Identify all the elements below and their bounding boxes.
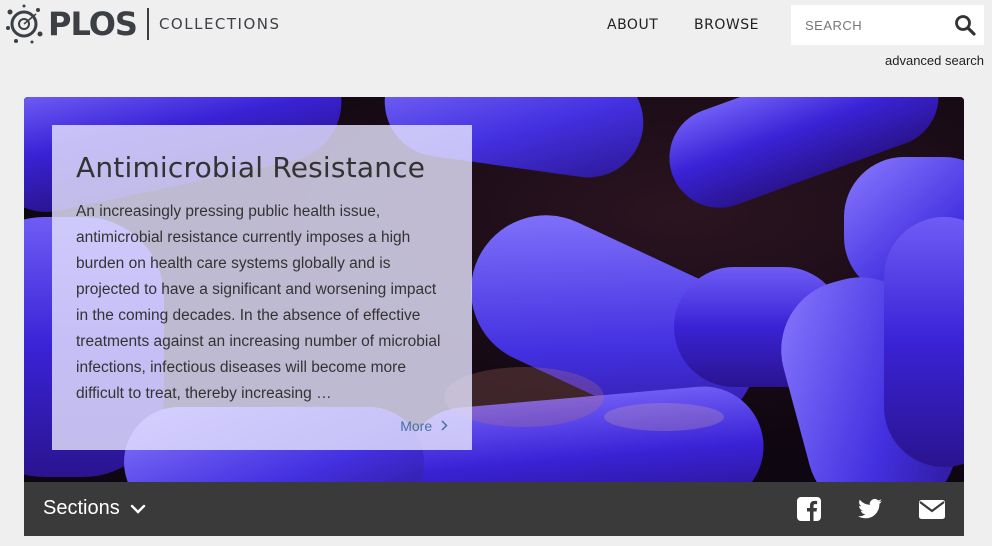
site-header: PLOS COLLECTIONS ABOUT BROWSE advanced s…	[0, 0, 992, 90]
sections-bar: Sections	[24, 482, 964, 536]
chevron-right-icon	[441, 420, 448, 431]
plos-logo-icon	[6, 4, 43, 44]
more-link[interactable]: More	[400, 418, 448, 434]
collection-card: Antimicrobial Resistance An increasingly…	[52, 125, 472, 450]
collection-description: An increasingly pressing public health i…	[76, 203, 441, 402]
sections-dropdown-button[interactable]: Sections	[43, 497, 146, 520]
search-box	[791, 5, 984, 45]
logo-text: PLOS	[48, 5, 138, 43]
sections-label: Sections	[43, 497, 120, 519]
more-label: More	[400, 418, 433, 434]
search-icon[interactable]	[954, 14, 976, 36]
logo-divider	[146, 8, 149, 40]
logo-subtitle: COLLECTIONS	[158, 15, 281, 33]
chevron-down-icon	[130, 504, 145, 514]
plos-logo[interactable]: PLOS COLLECTIONS	[4, 4, 281, 44]
nav-about-link[interactable]: ABOUT	[607, 17, 658, 33]
search-input[interactable]	[791, 5, 951, 45]
advanced-search-link[interactable]: advanced search	[885, 53, 984, 68]
nav-browse-link[interactable]: BROWSE	[694, 17, 759, 33]
collection-title: Antimicrobial Resistance	[76, 151, 426, 184]
mail-icon[interactable]	[918, 496, 946, 522]
facebook-icon[interactable]	[796, 496, 822, 522]
twitter-icon[interactable]	[857, 496, 883, 522]
